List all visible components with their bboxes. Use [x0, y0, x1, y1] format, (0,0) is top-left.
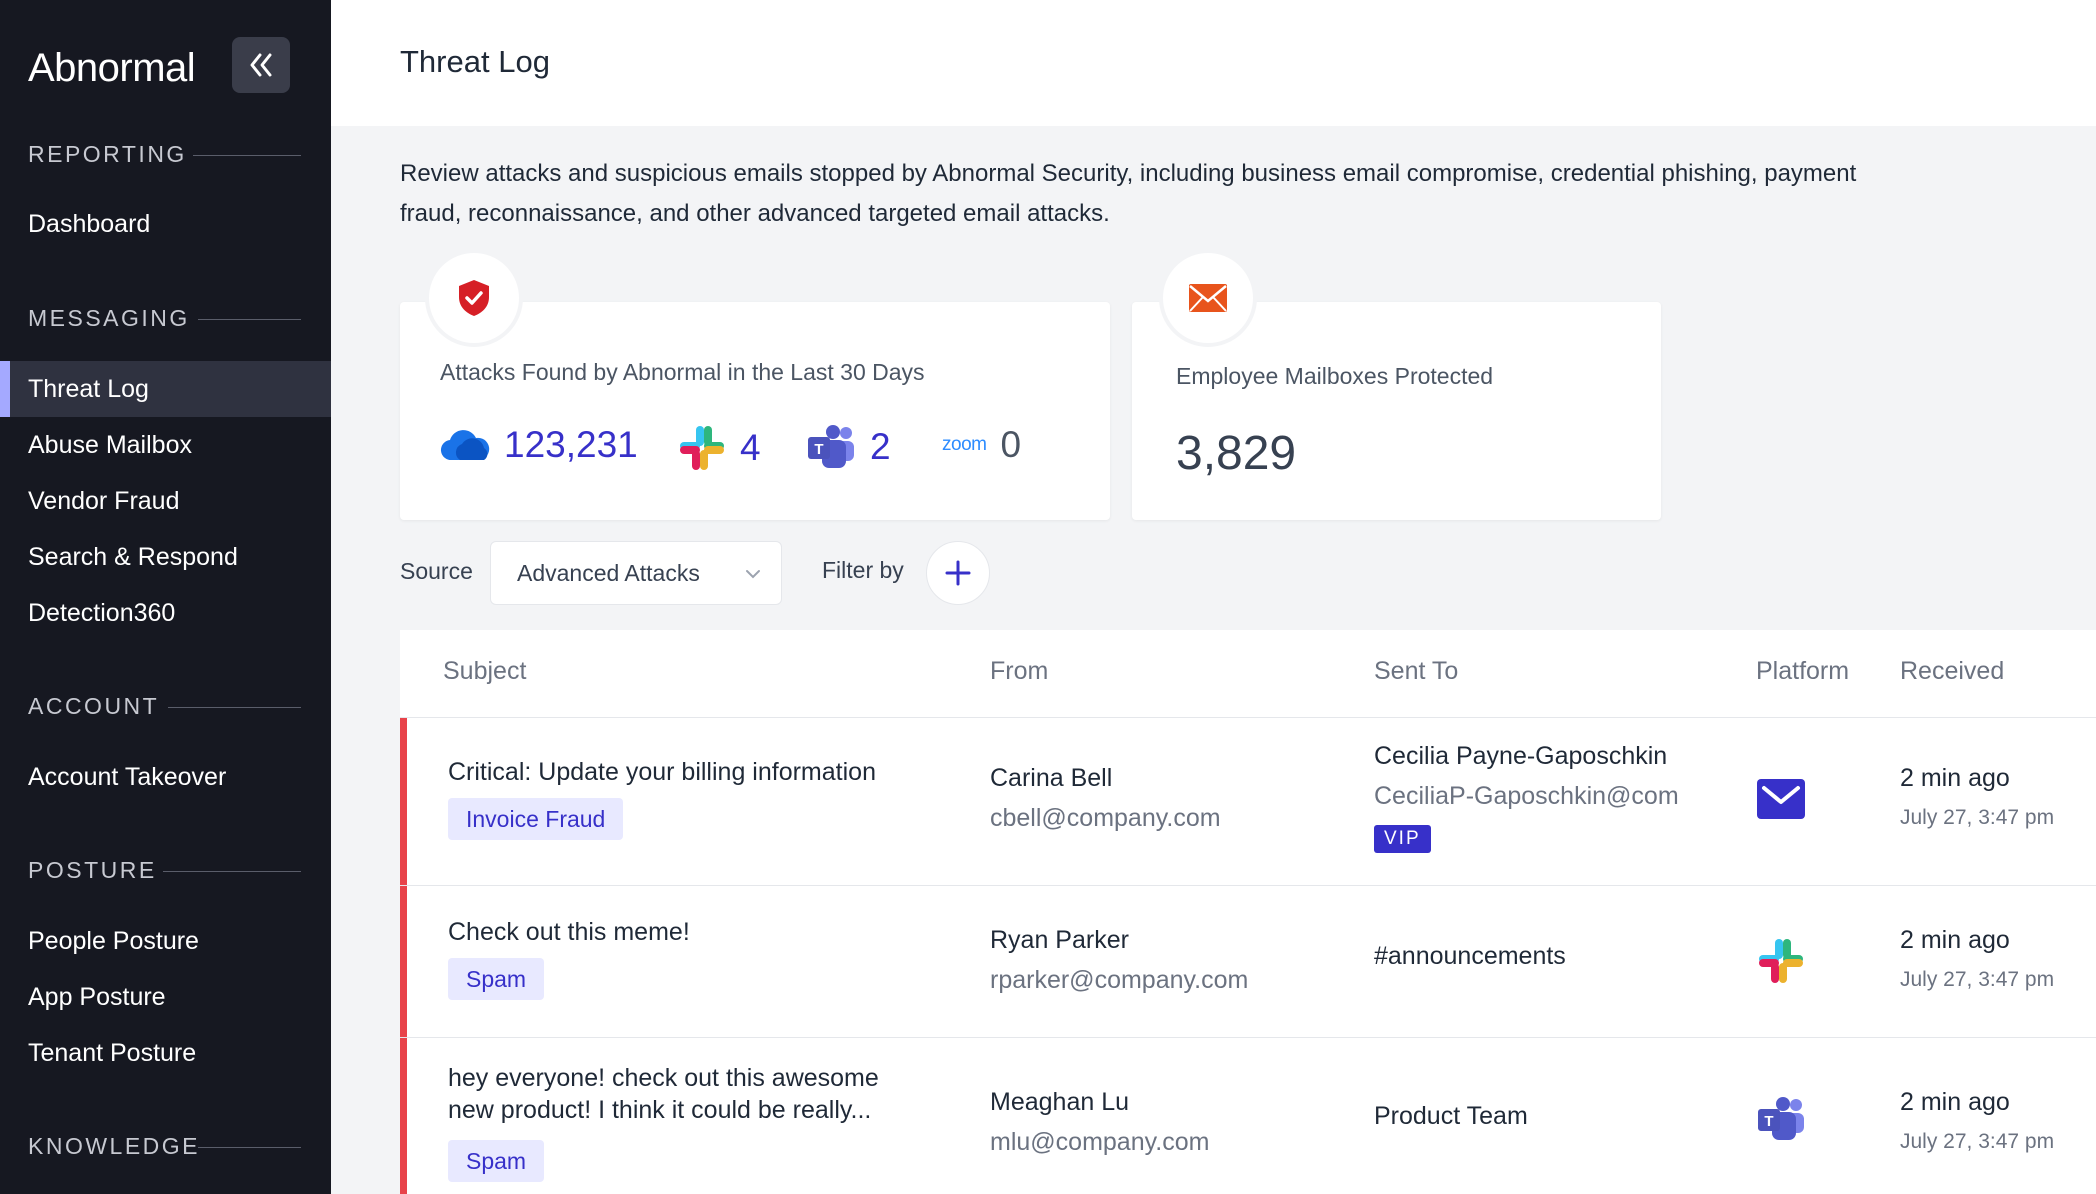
row-from-name: Ryan Parker [990, 926, 1129, 954]
stat-teams: T 2 [806, 424, 891, 470]
sidebar-item-app-posture[interactable]: App Posture [0, 969, 331, 1025]
row-tag: Spam [448, 958, 545, 1000]
row-from-name: Meaghan Lu [990, 1088, 1130, 1116]
table-row[interactable]: hey everyone! check out this awesome new… [400, 1037, 2096, 1194]
mailboxes-count: 3,829 [1176, 427, 1297, 480]
threat-table: Subject From Sent To Platform Received C… [400, 630, 2096, 1194]
sidebar-item-abuse-mailbox[interactable]: Abuse Mailbox [0, 417, 331, 473]
slack-icon [680, 426, 724, 470]
row-platform [1756, 936, 1806, 986]
row-from-email: rparker@company.com [990, 966, 1249, 994]
column-header-sent-to[interactable]: Sent To [1374, 657, 1458, 686]
sidebar-item-tenant-posture[interactable]: Tenant Posture [0, 1025, 331, 1081]
page-description: Review attacks and suspicious emails sto… [400, 160, 1857, 227]
mail-icon [1757, 779, 1805, 819]
table-row[interactable]: Check out this meme! Spam Ryan Parker rp… [400, 885, 2096, 1037]
section-knowledge: KNOWLEDGE [28, 1133, 301, 1160]
row-subject[interactable]: hey everyone! check out this awesome new… [448, 1062, 879, 1126]
severity-bar [400, 718, 407, 885]
sidebar-item-people-posture[interactable]: People Posture [0, 913, 331, 969]
row-subject[interactable]: Critical: Update your billing informatio… [448, 756, 876, 788]
row-from-name: Carina Bell [990, 764, 1113, 792]
row-from-email: mlu@company.com [990, 1128, 1210, 1156]
row-tag: Invoice Fraud [448, 798, 624, 840]
attacks-badge [425, 249, 523, 347]
row-platform: T [1756, 1094, 1806, 1144]
row-to-name: Product Team [1374, 1102, 1528, 1130]
sidebar-item-threat-log[interactable]: Threat Log [0, 361, 331, 417]
column-header-received[interactable]: Received [1900, 657, 2004, 686]
column-header-from[interactable]: From [990, 657, 1048, 686]
sidebar-item-dashboard[interactable]: Dashboard [0, 196, 331, 252]
section-messaging: MESSAGING [28, 305, 301, 332]
column-header-platform[interactable]: Platform [1756, 657, 1849, 686]
sidebar-item-search-respond[interactable]: Search & Respond [0, 529, 331, 585]
attacks-card: Attacks Found by Abnormal in the Last 30… [400, 302, 1110, 520]
row-from-email: cbell@company.com [990, 804, 1221, 832]
row-tag: Spam [448, 1140, 545, 1182]
column-header-subject[interactable]: Subject [443, 657, 526, 686]
svg-text:T: T [814, 441, 823, 458]
row-subject[interactable]: Check out this meme! [448, 916, 690, 948]
vip-badge: VIP [1374, 825, 1431, 853]
shield-check-icon [459, 280, 489, 316]
envelope-icon [1189, 284, 1227, 312]
row-subject-line: new product! I think it could be really.… [448, 1096, 872, 1124]
stat-zoom-value: 0 [1000, 424, 1022, 465]
section-posture: POSTURE [28, 857, 301, 884]
attacks-card-title: Attacks Found by Abnormal in the Last 30… [440, 359, 925, 385]
add-filter-button[interactable] [926, 541, 990, 605]
sidebar: Abnormal REPORTING Dashboard MESSAGING T… [0, 0, 331, 1194]
table-row[interactable]: Critical: Update your billing informatio… [400, 717, 2096, 885]
plus-icon [945, 560, 971, 586]
row-to-name: #announcements [1374, 942, 1566, 970]
row-received-absolute: July 27, 3:47 pm [1900, 806, 2055, 829]
section-reporting: REPORTING [28, 141, 301, 168]
row-to-name: Cecilia Payne-Gaposchkin [1374, 742, 1668, 770]
row-received-absolute: July 27, 3:47 pm [1900, 1130, 2055, 1153]
page-header: Threat Log [331, 0, 2096, 126]
stat-slack: 4 [678, 424, 761, 472]
teams-icon: T [1758, 1097, 1804, 1140]
row-subject-line: hey everyone! check out this awesome [448, 1064, 879, 1092]
sidebar-item-account-takeover[interactable]: Account Takeover [0, 749, 331, 805]
row-received-relative: 2 min ago [1900, 1088, 2010, 1116]
mailboxes-badge [1159, 249, 1257, 347]
stat-slack-value: 4 [740, 427, 761, 468]
row-received-relative: 2 min ago [1900, 764, 2010, 792]
sidebar-item-vendor-fraud[interactable]: Vendor Fraud [0, 473, 331, 529]
double-chevron-left-icon [250, 53, 272, 77]
page-title: Threat Log [400, 44, 550, 79]
teams-icon: T [808, 425, 854, 468]
stat-zoom: zoom 0 [942, 424, 1021, 466]
stat-onedrive: 123,231 [440, 424, 638, 466]
row-received-relative: 2 min ago [1900, 926, 2010, 954]
sidebar-item-detection360[interactable]: Detection360 [0, 585, 331, 641]
mailboxes-card-title: Employee Mailboxes Protected [1176, 363, 1494, 389]
section-account: ACCOUNT [28, 693, 301, 720]
chevron-down-icon [746, 570, 760, 579]
row-received-absolute: July 27, 3:47 pm [1900, 968, 2055, 991]
source-select[interactable]: Advanced Attacks [490, 541, 782, 605]
cloud-icon [440, 430, 490, 461]
source-label: Source [400, 558, 473, 584]
source-select-value: Advanced Attacks [517, 559, 700, 586]
svg-text:T: T [1764, 1113, 1773, 1130]
collapse-sidebar-button[interactable] [232, 37, 290, 93]
stat-teams-value: 2 [870, 426, 891, 467]
stat-onedrive-value: 123,231 [504, 424, 638, 465]
severity-bar [400, 1038, 407, 1194]
filter-label: Filter by [822, 557, 904, 583]
brand-logo[interactable]: Abnormal [28, 42, 196, 94]
row-platform [1756, 774, 1806, 824]
slack-icon [1759, 939, 1803, 983]
severity-bar [400, 886, 407, 1037]
row-to-email: CeciliaP-Gaposchkin@com [1374, 782, 1679, 810]
zoom-icon: zoom [942, 434, 987, 455]
